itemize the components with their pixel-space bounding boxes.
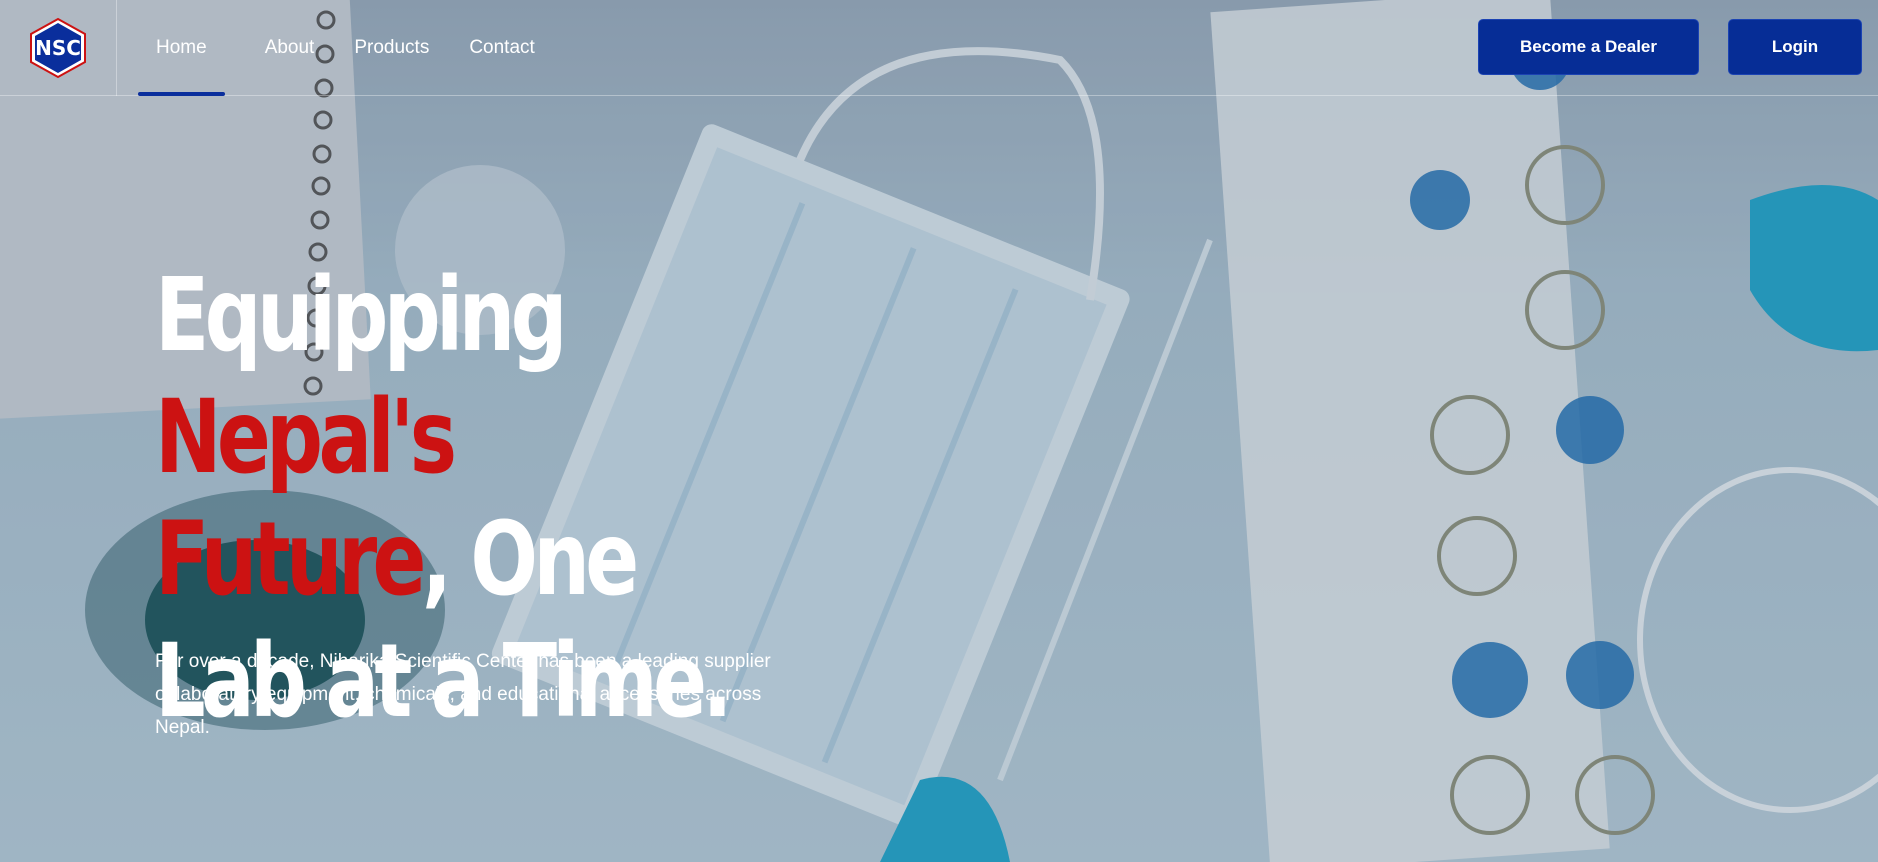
hero-title-highlight-future: Future [155,500,427,619]
top-navbar: NSC Home About Products Contact Become a… [0,0,1878,96]
hero-description: For over a decade, Niharika Scientific C… [155,651,771,738]
nav-home[interactable]: Home [138,0,225,96]
main-nav: Home About Products Contact [138,0,575,96]
logo-container[interactable]: NSC [0,0,117,96]
hero-title-part1: Equipping [155,256,568,375]
nav-about[interactable]: About [265,0,315,96]
become-dealer-button[interactable]: Become a Dealer [1478,19,1699,75]
login-button[interactable]: Login [1728,19,1862,75]
hero-title-highlight-nepals: Nepal's [155,378,457,497]
nav-products[interactable]: Products [354,0,429,96]
nsc-logo[interactable]: NSC [27,17,89,79]
nav-contact[interactable]: Contact [469,0,534,96]
logo-text: NSC [35,36,81,60]
